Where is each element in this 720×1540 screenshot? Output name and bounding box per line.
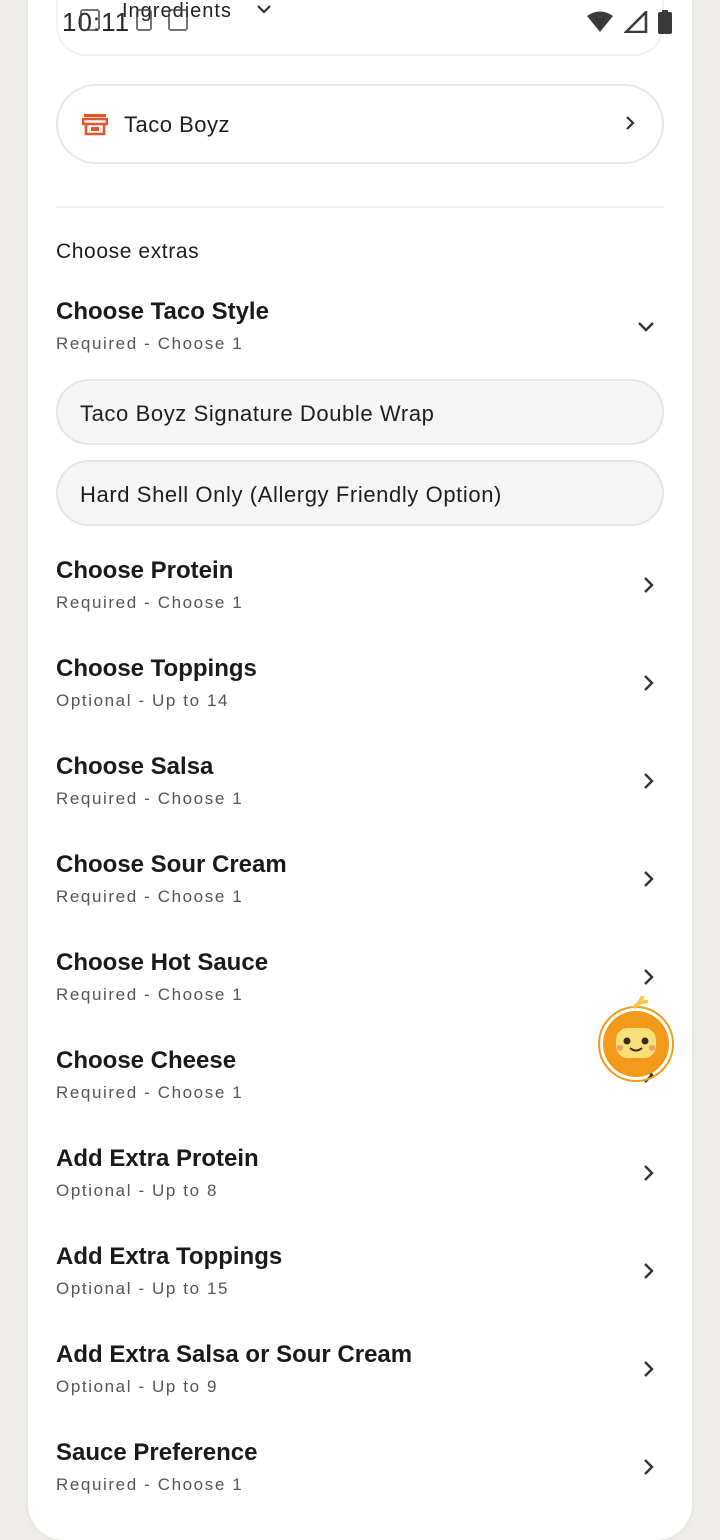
screenshot-icon bbox=[168, 9, 188, 31]
chevron-right-icon bbox=[644, 577, 654, 593]
option-label: Taco Boyz Signature Double Wrap bbox=[80, 401, 435, 426]
chevron-right-icon bbox=[644, 1459, 654, 1475]
chevron-right-icon bbox=[644, 871, 654, 887]
signal-icon bbox=[624, 11, 648, 33]
group-title: Sauce Preference bbox=[56, 1439, 258, 1466]
option-group-toppings[interactable]: Choose Toppings Optional - Up to 14 bbox=[56, 655, 664, 725]
option-label: Hard Shell Only (Allergy Friendly Option… bbox=[80, 482, 502, 507]
group-title: Add Extra Protein bbox=[56, 1145, 259, 1172]
chevron-right-icon bbox=[644, 773, 654, 789]
chevron-right-icon bbox=[644, 1361, 654, 1377]
chevron-up-icon bbox=[638, 322, 654, 332]
group-subtitle: Optional - Up to 9 bbox=[56, 1377, 219, 1396]
option-group-extra-protein[interactable]: Add Extra Protein Optional - Up to 8 bbox=[56, 1145, 664, 1215]
option-group-extra-toppings[interactable]: Add Extra Toppings Optional - Up to 15 bbox=[56, 1243, 664, 1313]
group-title: Choose Toppings bbox=[56, 655, 257, 682]
option-group-cheese[interactable]: Choose Cheese Required - Choose 1 bbox=[56, 1047, 664, 1117]
option-group-extra-salsa-sour-cream[interactable]: Add Extra Salsa or Sour Cream Optional -… bbox=[56, 1341, 664, 1411]
assistant-mascot-icon[interactable] bbox=[596, 996, 678, 1084]
group-subtitle: Required - Choose 1 bbox=[56, 1083, 244, 1102]
extras-heading: Choose extras bbox=[56, 240, 200, 263]
group-title: Add Extra Toppings bbox=[56, 1243, 283, 1270]
group-subtitle: Required - Choose 1 bbox=[56, 985, 244, 1004]
option-group-protein[interactable]: Choose Protein Required - Choose 1 bbox=[56, 557, 664, 627]
status-bar: 10:11 bbox=[0, 0, 720, 42]
group-subtitle: Optional - Up to 15 bbox=[56, 1279, 230, 1298]
group-title: Choose Hot Sauce bbox=[56, 949, 269, 976]
store-icon bbox=[82, 114, 108, 136]
group-title: Choose Salsa bbox=[56, 753, 214, 780]
store-link[interactable]: Taco Boyz bbox=[56, 84, 664, 164]
store-name: Taco Boyz bbox=[124, 112, 230, 137]
status-right bbox=[586, 10, 672, 34]
group-subtitle: Required - Choose 1 bbox=[56, 887, 244, 906]
option-group-sour-cream[interactable]: Choose Sour Cream Required - Choose 1 bbox=[56, 851, 664, 921]
group-subtitle: Optional - Up to 8 bbox=[56, 1181, 219, 1200]
chevron-right-icon bbox=[644, 1165, 654, 1181]
divider bbox=[56, 206, 664, 208]
chevron-right-icon bbox=[644, 675, 654, 691]
group-subtitle: Optional - Up to 14 bbox=[56, 691, 230, 710]
group-subtitle: Required - Choose 1 bbox=[56, 1475, 244, 1494]
option-group-salsa[interactable]: Choose Salsa Required - Choose 1 bbox=[56, 753, 664, 823]
group-title: Choose Taco Style bbox=[56, 298, 269, 325]
group-title: Add Extra Salsa or Sour Cream bbox=[56, 1341, 413, 1368]
battery-icon bbox=[658, 10, 672, 34]
option-group-sauce-preference[interactable]: Sauce Preference Required - Choose 1 bbox=[56, 1439, 664, 1509]
option-group-taco-style[interactable]: Choose Taco Style Required - Choose 1 bbox=[56, 298, 664, 368]
group-subtitle: Required - Choose 1 bbox=[56, 789, 244, 808]
status-notifications bbox=[80, 9, 188, 31]
group-subtitle: Required - Choose 1 bbox=[56, 334, 244, 353]
chevron-right-icon bbox=[644, 969, 654, 985]
group-title: Choose Cheese bbox=[56, 1047, 237, 1074]
chevron-right-icon bbox=[626, 116, 635, 130]
wifi-icon bbox=[587, 11, 613, 32]
option-group-hot-sauce[interactable]: Choose Hot Sauce Required - Choose 1 bbox=[56, 949, 664, 1019]
chevron-right-icon bbox=[644, 1263, 654, 1279]
option-hard-shell-only[interactable]: Hard Shell Only (Allergy Friendly Option… bbox=[56, 460, 664, 526]
group-subtitle: Required - Choose 1 bbox=[56, 593, 244, 612]
sim-icon bbox=[136, 9, 152, 31]
notification-icon bbox=[80, 9, 100, 31]
option-signature-double-wrap[interactable]: Taco Boyz Signature Double Wrap bbox=[56, 379, 664, 445]
group-title: Choose Protein bbox=[56, 557, 234, 584]
group-title: Choose Sour Cream bbox=[56, 851, 287, 878]
